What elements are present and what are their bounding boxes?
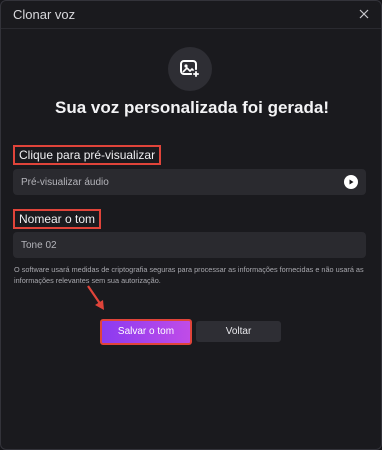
clone-voice-dialog: Clonar voz Sua voz personalizada foi ger… — [0, 0, 382, 450]
play-icon[interactable] — [344, 175, 358, 189]
preview-audio-field[interactable]: Pré-visualizar áudio — [13, 169, 366, 195]
close-icon[interactable] — [357, 7, 371, 21]
image-add-icon — [168, 47, 212, 91]
name-section-label: Nomear o tom — [13, 209, 102, 229]
tone-name-field — [13, 232, 366, 258]
success-heading: Sua voz personalizada foi gerada! — [55, 98, 329, 117]
privacy-note: O software usará medidas de criptografia… — [14, 265, 364, 285]
preview-audio-text: Pré-visualizar áudio — [21, 176, 109, 188]
tone-name-input[interactable] — [21, 239, 341, 251]
window-title: Clonar voz — [13, 7, 76, 22]
back-button[interactable]: Voltar — [196, 321, 281, 342]
preview-section-label: Clique para pré-visualizar — [13, 145, 162, 165]
pointer-arrow-icon — [85, 283, 107, 318]
save-tone-button[interactable]: Salvar o tom — [100, 319, 192, 345]
title-bar: Clonar voz — [1, 1, 381, 29]
